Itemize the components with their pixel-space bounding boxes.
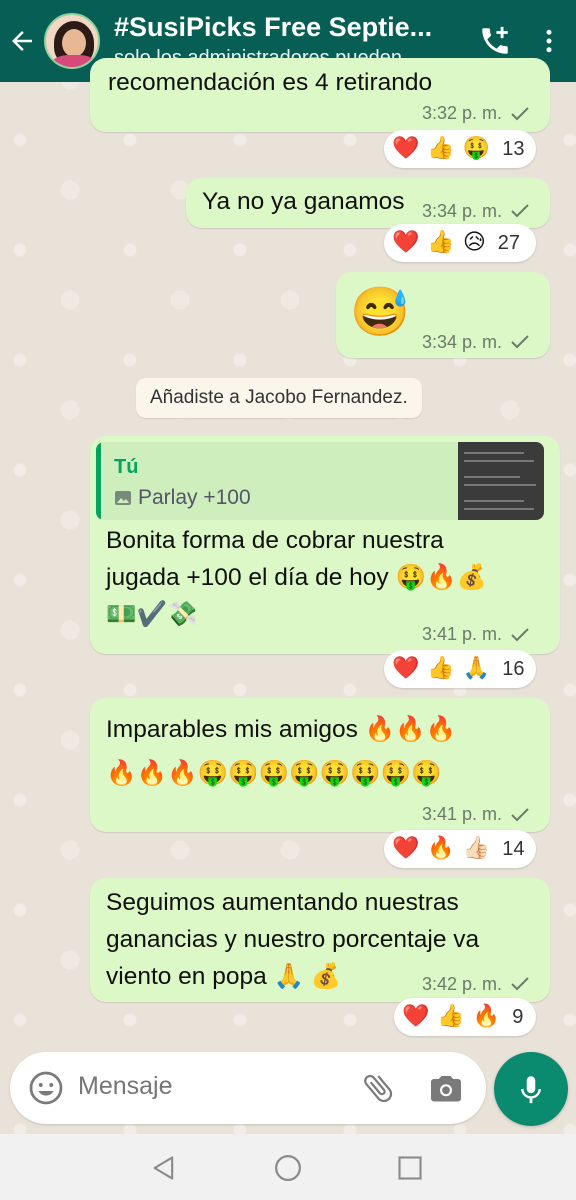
message-text: recomendación es 4 retirando (108, 69, 433, 96)
reaction-emoji: ❤️ (402, 1004, 430, 1029)
quote-thumbnail (458, 442, 544, 520)
add-call-icon (482, 26, 508, 54)
reaction-emoji: 👍 (427, 656, 455, 681)
mic-icon (521, 1076, 541, 1104)
message-input[interactable] (78, 1072, 338, 1101)
message-bubble[interactable]: Imparables mis amigos 🔥🔥🔥 🔥🔥🔥🤑🤑🤑🤑🤑🤑🤑🤑 3:… (90, 698, 550, 832)
image-icon (115, 491, 131, 505)
group-avatar[interactable] (44, 13, 100, 69)
reaction-emoji: 🔥 (427, 836, 455, 861)
message-text: 😅 (350, 286, 410, 339)
reaction-count: 9 (512, 1005, 524, 1028)
message-time: 3:34 p. m. (422, 201, 503, 221)
message-time: 3:32 p. m. (422, 103, 503, 123)
reaction-count: 27 (497, 231, 520, 254)
camera-icon[interactable] (428, 1070, 464, 1106)
paperclip-icon[interactable] (360, 1070, 396, 1106)
message-text: Imparables mis amigos 🔥🔥🔥 🔥🔥🔥🤑🤑🤑🤑🤑🤑🤑🤑 (106, 716, 457, 787)
message-composer (10, 1052, 486, 1124)
mic-button[interactable] (494, 1052, 568, 1126)
reaction-emoji: 🔥 (472, 1004, 501, 1029)
message-bubble[interactable]: Ya no ya ganamos 3:34 p. m. (186, 178, 550, 228)
message-bubble[interactable]: recomendación es 4 retirando 3:32 p. m. (90, 58, 550, 132)
quote-body: Parlay +100 (114, 486, 251, 510)
reactions-bar[interactable]: ❤️ 👍 🙏 16 (384, 650, 536, 688)
reaction-emoji: 😥 (462, 230, 486, 255)
nav-recents-icon[interactable] (396, 1154, 424, 1182)
back-button[interactable] (0, 0, 44, 82)
reaction-emoji: ❤️ (392, 136, 420, 161)
check-icon (511, 808, 529, 822)
quoted-message[interactable]: Tú Parlay +100 (96, 442, 544, 520)
more-vert-icon (546, 29, 552, 53)
check-icon (511, 107, 529, 121)
reactions-bar[interactable]: ❤️ 👍 🔥 9 (394, 998, 536, 1036)
system-navigation-bar (0, 1134, 576, 1200)
check-icon (511, 628, 529, 642)
message-bubble[interactable]: Tú Parlay +100 Bonita forma de cobrar nu… (90, 436, 560, 654)
message-time: 3:34 p. m. (422, 332, 503, 352)
reactions-bar[interactable]: ❤️ 🔥 👍🏻 14 (384, 830, 536, 868)
reaction-emoji: 👍 (437, 1004, 465, 1029)
reaction-emoji: 🤑 (462, 136, 491, 161)
check-icon (511, 335, 529, 349)
check-icon (511, 204, 529, 218)
reactions-bar[interactable]: ❤️ 👍 🤑 13 (384, 130, 536, 168)
reaction-count: 13 (502, 137, 525, 160)
reaction-emoji: 👍 (427, 136, 455, 161)
quote-text: Parlay +100 (138, 486, 251, 509)
message-text: Bonita forma de cobrar nuestra jugada +1… (106, 527, 487, 628)
message-time: 3:42 p. m. (422, 974, 503, 994)
reactions-bar[interactable]: ❤️ 👍 😥 27 (384, 224, 536, 262)
reaction-count: 16 (502, 657, 525, 680)
reaction-emoji: 👍🏻 (462, 836, 491, 861)
reaction-emoji: ❤️ (392, 230, 420, 255)
quote-accent-bar (96, 442, 101, 520)
arrow-back-icon (12, 31, 32, 51)
message-text: Ya no ya ganamos (202, 188, 405, 215)
reaction-emoji: 🙏 (462, 656, 491, 681)
message-bubble[interactable]: Seguimos aumentando nuestras ganancias y… (90, 878, 550, 1002)
nav-back-icon[interactable] (150, 1154, 178, 1182)
quote-author: Tú (114, 456, 139, 478)
message-time: 3:41 p. m. (422, 804, 503, 824)
reaction-emoji: ❤️ (392, 836, 420, 861)
message-time: 3:41 p. m. (422, 624, 503, 644)
reaction-emoji: ❤️ (392, 656, 420, 681)
system-note: Añadiste a Jacobo Fernandez. (136, 378, 422, 418)
chat-title: #SusiPicks Free Septie... (114, 12, 433, 42)
reaction-emoji: 👍 (427, 230, 455, 255)
nav-home-icon[interactable] (273, 1153, 303, 1183)
check-icon (511, 977, 529, 991)
emoji-icon[interactable] (28, 1070, 64, 1106)
reaction-count: 14 (502, 837, 525, 860)
